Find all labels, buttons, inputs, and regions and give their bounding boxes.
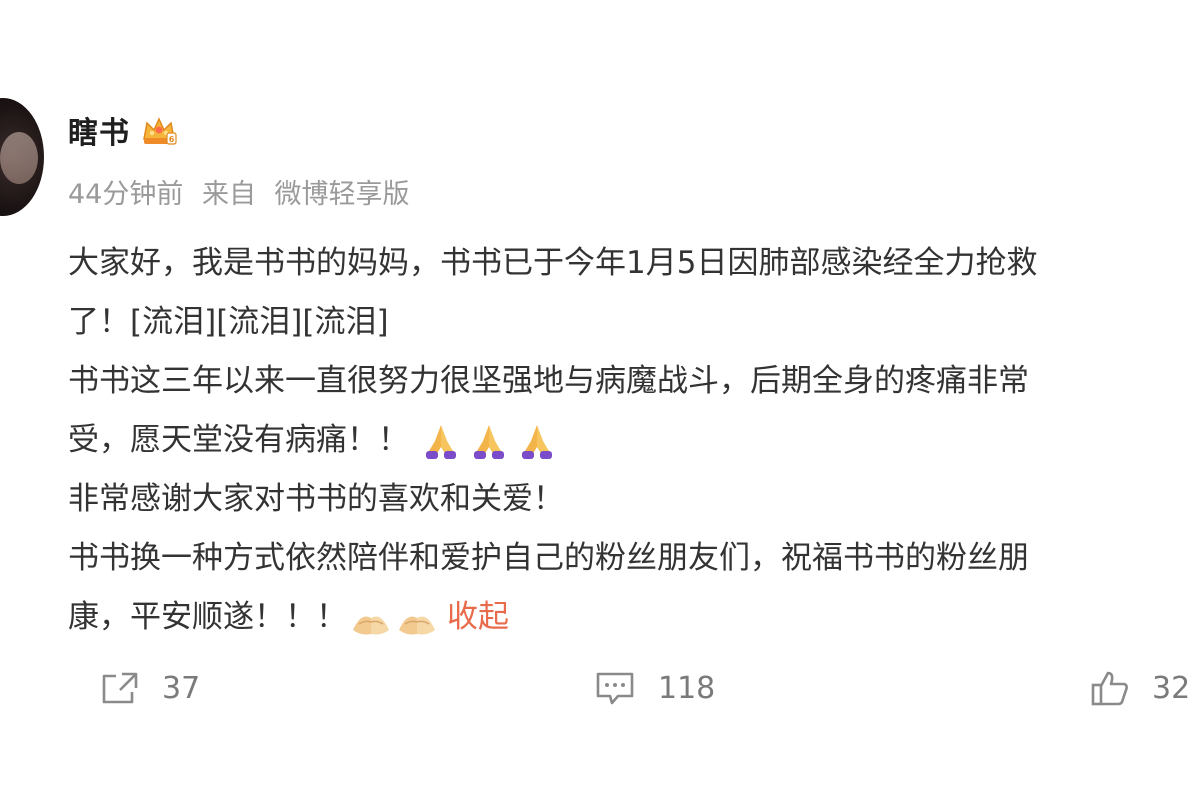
avatar-face <box>0 132 38 184</box>
share-button[interactable]: 37 <box>100 664 200 712</box>
content-line: 书书这三年以来一直很努力很坚强地与病魔战斗，后期全身的疼痛非常 <box>68 352 1200 411</box>
content-text: 大家好，我是书书的妈妈，书书已于今年1月5日因肺部感染经全力抢救 <box>68 245 1038 281</box>
content-text: 非常感谢大家对书书的喜欢和关爱！ <box>68 481 564 517</box>
thumbs-up-icon <box>1091 671 1128 706</box>
like-count: 32 <box>1152 670 1191 706</box>
content-line: 康，平安顺遂！！！ 收起 <box>68 588 1200 647</box>
post-time: 44分钟前 <box>68 179 184 210</box>
content-line: 非常感谢大家对书书的喜欢和关爱！ <box>68 470 1200 529</box>
collapse-link[interactable]: 收起 <box>447 588 509 647</box>
content-text: 受，愿天堂没有病痛！！ <box>68 422 409 458</box>
username[interactable]: 瞎书 <box>68 108 130 152</box>
content-text: 书书这三年以来一直很努力很坚强地与病魔战斗，后期全身的疼痛非常 <box>68 363 1029 399</box>
content-line: 了！[流泪][流泪][流泪] <box>68 293 1200 352</box>
post-header: 瞎书 6 <box>68 108 178 152</box>
content-line: 受，愿天堂没有病痛！！ <box>68 411 1200 470</box>
share-count: 37 <box>162 670 201 706</box>
weibo-post: 瞎书 6 44分钟前 来自 微博轻享版 大家好，我是书书的妈妈，书书已于今年1月… <box>0 0 1200 800</box>
like-button[interactable]: 32 <box>1090 664 1190 712</box>
post-content: 大家好，我是书书的妈妈，书书已于今年1月5日因肺部感染经全力抢救 了！[流泪][… <box>68 234 1200 647</box>
post-actions: 37 118 32 <box>0 664 1200 712</box>
content-line: 书书换一种方式依然陪伴和爱护自己的粉丝朋友们，祝福书书的粉丝朋 <box>68 529 1200 588</box>
folded-hands-icon <box>421 421 461 461</box>
comment-icon <box>596 672 634 705</box>
palms-together-icon <box>349 598 393 638</box>
svg-text:6: 6 <box>169 135 175 144</box>
content-line: 大家好，我是书书的妈妈，书书已于今年1月5日因肺部感染经全力抢救 <box>68 234 1200 293</box>
share-icon <box>102 672 138 704</box>
palms-together-icon <box>395 598 439 638</box>
content-text: 康，平安顺遂！！！ <box>68 599 347 635</box>
post-source[interactable]: 微博轻享版 <box>275 179 410 210</box>
folded-hands-icon <box>517 421 557 461</box>
content-text: 书书换一种方式依然陪伴和爱护自己的粉丝朋友们，祝福书书的粉丝朋 <box>68 540 1029 576</box>
comment-button[interactable]: 118 <box>594 664 715 712</box>
post-meta: 44分钟前 来自 微博轻享版 <box>68 172 410 211</box>
content-text: 了！[流泪][流泪][流泪] <box>68 304 389 340</box>
crown-badge-icon[interactable]: 6 <box>140 113 178 147</box>
post-source-prefix: 来自 <box>201 179 256 210</box>
folded-hands-icon <box>469 421 509 461</box>
comment-count: 118 <box>658 670 716 706</box>
avatar[interactable] <box>0 98 44 216</box>
